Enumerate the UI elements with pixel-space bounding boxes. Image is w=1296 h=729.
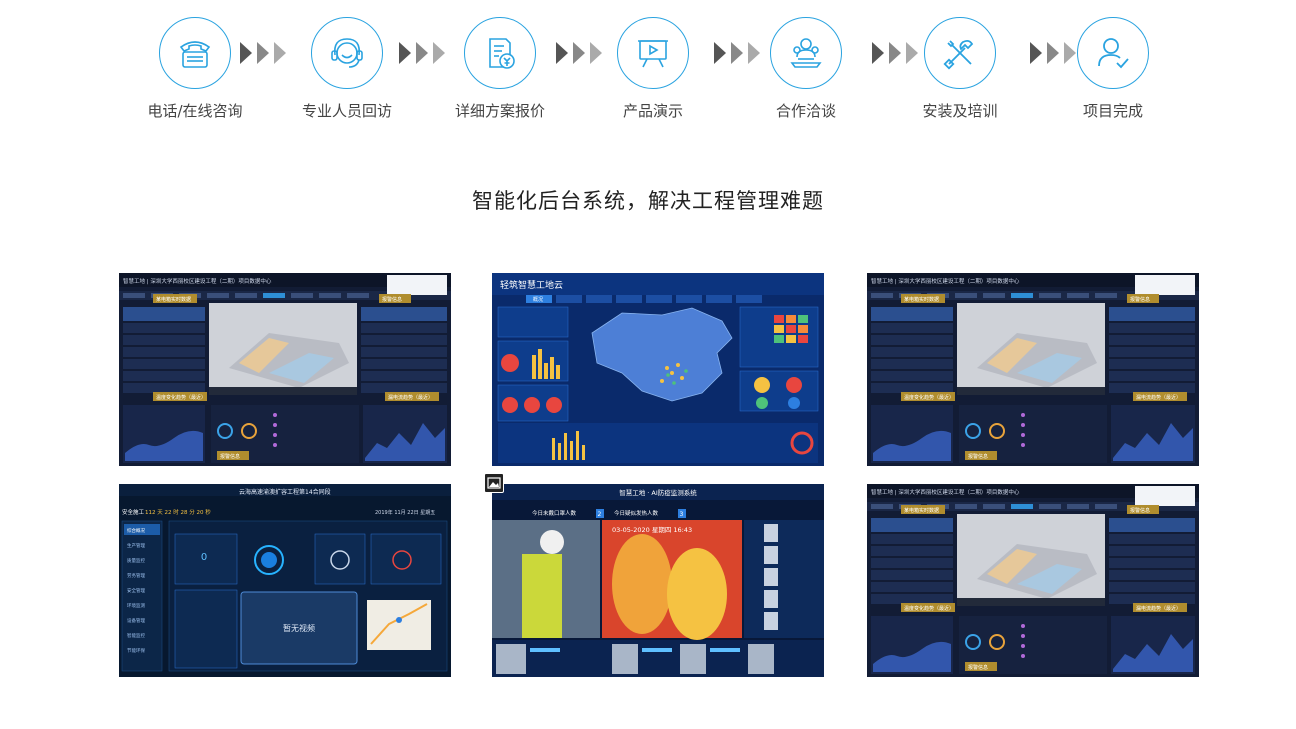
tag-leakage: 漏电流趋势（最近） [1136, 394, 1181, 401]
step-label: 产品演示 [622, 102, 683, 120]
tab-overview: 概况 [533, 296, 543, 303]
process-flow: 电话/在线咨询 专业人员回访 详细方案报价 产品演示 合作洽谈 安装及培训 项目… [0, 0, 1296, 130]
menu-item: 安全管理 [127, 587, 145, 594]
camera-timestamp: 03-05-2020 星期四 16:43 [612, 526, 692, 534]
presentation-board-icon [638, 40, 668, 68]
tag-temperature: 温度变化趋势（最近） [904, 605, 954, 612]
tag-alarm-bottom: 报警信息 [968, 453, 988, 460]
tag-alarm: 报警信息 [382, 296, 402, 303]
screenshot-dashboard-3d-2[interactable]: 智慧工地 | 深圳大学西丽校区建设工程（二期）项目数据中心 某电箱实时数据 报警… [867, 273, 1199, 466]
step-circle [770, 17, 842, 89]
menu-item: 智能监控 [127, 632, 145, 639]
tag-alarm: 报警信息 [1130, 296, 1150, 303]
menu-item: 综合概况 [127, 527, 145, 534]
step-circle [924, 17, 996, 89]
dashboard-header: 智慧工地 | 深圳大学西丽校区建设工程（二期）项目数据中心 [871, 488, 1020, 496]
tag-alarm-bottom: 报警信息 [968, 664, 988, 671]
step-consult: 电话/在线咨询 [120, 17, 270, 121]
screenshot-dashboard-3d-1[interactable]: 智慧工地 | 深圳大学西丽校区建设工程（二期）项目数据中心 某电箱实时数据 报警… [119, 273, 451, 466]
step-label: 项目完成 [1082, 102, 1143, 120]
tag-alarm: 报警信息 [1130, 507, 1150, 514]
map-dashboard-header: 轻筑智慧工地云 [500, 279, 563, 291]
dashboard-header: 智慧工地 | 深圳大学西丽校区建设工程（二期）项目数据中心 [871, 277, 1020, 285]
meeting-icon [790, 38, 822, 68]
tag-leakage: 漏电流趋势（最近） [1136, 605, 1181, 612]
tag-temperature: 温度变化趋势（最近） [156, 394, 206, 401]
video-dashboard-header: 云海高速渝澳扩容工程第14合同段 [239, 488, 331, 496]
step-circle [464, 17, 536, 89]
user-check-icon [1098, 38, 1129, 69]
tag-temperature: 温度变化趋势（最近） [904, 394, 954, 401]
menu-item: 质量监控 [127, 557, 145, 564]
step-quote: 详细方案报价 [425, 17, 575, 121]
menu-item: 生产管理 [127, 542, 145, 549]
image-icon [484, 473, 504, 493]
tools-icon [943, 39, 974, 70]
tag-alarm-bottom: 报警信息 [220, 453, 240, 460]
menu-item: 劳务管理 [127, 572, 145, 579]
step-negotiation: 合作洽谈 [731, 17, 881, 121]
tag-realtime: 某电箱实时数据 [156, 296, 191, 303]
step-circle [617, 17, 689, 89]
step-label: 安装及培训 [922, 102, 998, 120]
step-label: 详细方案报价 [454, 102, 545, 120]
step-label: 电话/在线咨询 [147, 102, 243, 120]
step-circle [311, 17, 383, 89]
step-demo: 产品演示 [578, 17, 728, 121]
step-circle [159, 17, 231, 89]
headset-icon [331, 38, 363, 68]
tag-realtime: 某电箱实时数据 [904, 507, 939, 514]
step-circle [1077, 17, 1149, 89]
screenshot-ai-epidemic[interactable]: 智慧工地 · AI防疫监测系统 今日未戴口罩人数 2 今日疑似发热人数 3 03… [492, 484, 824, 677]
dashboard-header: 智慧工地 | 深圳大学西丽校区建设工程（二期）项目数据中心 [123, 277, 272, 285]
fever-count: 3 [680, 511, 684, 518]
svg-text:0: 0 [201, 552, 207, 563]
step-label: 合作洽谈 [775, 102, 836, 120]
date-display: 2019年 11月 22日 星期五 [375, 509, 435, 516]
quote-document-icon [489, 38, 515, 69]
screenshot-dashboard-3d-3[interactable]: 智慧工地 | 深圳大学西丽校区建设工程（二期）项目数据中心 某电箱实时数据 报警… [867, 484, 1199, 677]
menu-item: 设备管理 [127, 617, 145, 624]
step-callback: 专业人员回访 [272, 17, 422, 121]
no-video-text: 暂无视频 [283, 623, 315, 633]
step-complete: 项目完成 [1038, 17, 1188, 121]
ai-header: 智慧工地 · AI防疫监测系统 [619, 488, 697, 497]
telephone-icon [179, 41, 211, 68]
step-label: 专业人员回访 [301, 102, 392, 120]
screenshot-video-dashboard[interactable]: 云海高速渝澳扩容工程第14合同段 安全施工 112 天 22 时 28 分 20… [119, 484, 451, 677]
screenshot-map-dashboard[interactable]: 轻筑智慧工地云 概况 [492, 273, 824, 466]
menu-item: 环境监测 [127, 602, 145, 609]
no-mask-count: 2 [598, 511, 602, 518]
safety-label: 安全施工 [122, 508, 145, 516]
tag-leakage: 漏电流趋势（最近） [388, 394, 433, 401]
step-install: 安装及培训 [885, 17, 1035, 121]
section-title: 智能化后台系统，解决工程管理难题 [472, 189, 824, 213]
menu-item: 节能环保 [127, 647, 145, 654]
safety-days: 112 天 22 时 28 分 20 秒 [145, 508, 211, 516]
tag-realtime: 某电箱实时数据 [904, 296, 939, 303]
fever-label: 今日疑似发热人数 [614, 509, 659, 517]
no-mask-label: 今日未戴口罩人数 [532, 509, 577, 517]
